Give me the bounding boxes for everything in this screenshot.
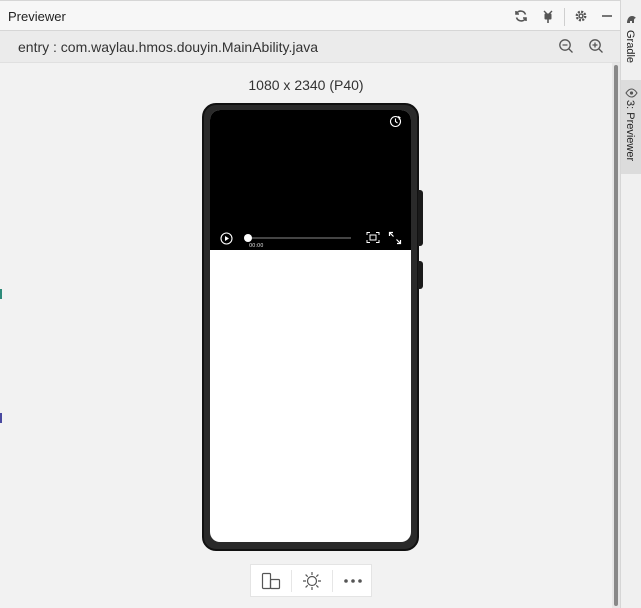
current-time: 00:00 [249,243,264,249]
gutter-marker [0,289,2,299]
title-bar: Previewer [0,0,620,31]
scrollbar-thumb[interactable] [614,65,618,606]
tab-previewer-label: 3: Previewer [624,100,636,162]
fullscreen-icon[interactable] [388,231,402,245]
preview-bottom-toolbar [250,564,372,597]
zoom-out-icon[interactable] [558,38,576,56]
multi-device-icon[interactable] [251,565,291,596]
more-icon[interactable] [333,565,373,596]
toolbar-divider [564,8,565,26]
vertical-scrollbar[interactable] [612,63,620,608]
phone-volume-button [418,190,423,246]
device-resolution-label: 1080 x 2340 (P40) [248,77,364,93]
picture-in-picture-icon[interactable] [366,231,380,244]
phone-screen[interactable]: 00:00 [210,110,411,542]
progress-slider-knob[interactable] [244,234,252,242]
tab-previewer[interactable]: 3: Previewer [621,80,641,174]
tab-gradle-label: Gradle [624,30,636,64]
play-icon[interactable] [220,232,233,245]
progress-track[interactable] [247,237,351,239]
gradle-icon [625,12,638,30]
right-tool-strip: Gradle 3: Previewer [620,0,641,608]
video-player[interactable]: 00:00 [210,110,411,250]
tab-gradle[interactable]: Gradle [621,10,641,68]
zoom-in-icon[interactable] [588,38,606,56]
refresh-icon[interactable] [512,7,530,25]
file-bar: entry : com.waylau.hmos.douyin.MainAbili… [0,31,620,63]
debug-icon[interactable] [539,7,557,25]
window-title: Previewer [8,9,66,24]
gutter-marker [0,413,2,423]
rotate-icon[interactable] [389,115,402,128]
brightness-icon[interactable] [292,565,332,596]
phone-power-button [418,261,423,289]
file-name: entry : com.waylau.hmos.douyin.MainAbili… [18,39,319,55]
previewer-window: Previewer entry : com.waylau.hmos.douyin… [0,0,641,608]
minimize-icon[interactable] [598,7,616,25]
gear-icon[interactable] [572,7,590,25]
